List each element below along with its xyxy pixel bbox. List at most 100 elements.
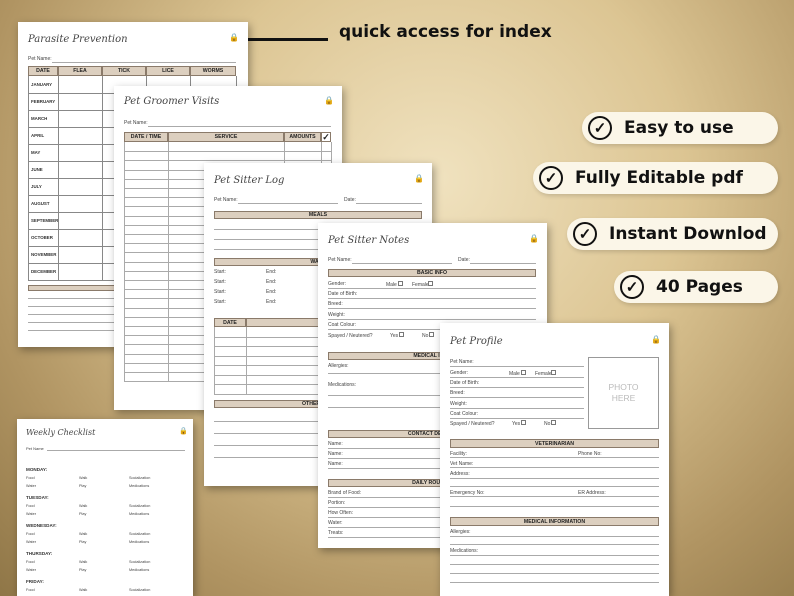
male-checkbox[interactable]: [521, 370, 526, 375]
medications-label: Medications: [129, 484, 150, 488]
line: [450, 387, 584, 388]
line: [450, 377, 584, 378]
walk-label: Walk: [79, 504, 88, 508]
food-label: Food: [26, 588, 35, 592]
end-label: End:: [266, 289, 277, 295]
water-label: Water:: [328, 520, 343, 526]
female-checkbox[interactable]: [551, 370, 556, 375]
start-label: Start:: [214, 279, 226, 285]
weight-label: Weight:: [328, 312, 345, 318]
food-label: Food: [26, 476, 35, 480]
allergies-label: Allergies:: [450, 529, 471, 535]
lock-icon: 🔒: [179, 428, 188, 435]
spayed-label: Spayed / Neutered?: [450, 421, 495, 427]
female-checkbox[interactable]: [428, 281, 433, 286]
pet-name-label: Pet Name:: [328, 257, 352, 263]
line: [450, 555, 659, 556]
line: [328, 308, 536, 309]
veterinarian-header: VETERINARIAN: [450, 439, 659, 448]
lock-icon: 🔒: [414, 174, 424, 183]
col-line: [214, 327, 215, 394]
page-title: Parasite Prevention: [28, 34, 128, 45]
coat-label: Coat Colour:: [328, 322, 357, 328]
lock-icon: 🔒: [529, 234, 539, 243]
medications-label: Medications: [129, 512, 150, 516]
weight-label: Weight:: [450, 401, 467, 407]
line: [450, 467, 659, 468]
lock-icon: 🔒: [651, 335, 661, 344]
brand-label: Brand of Food:: [328, 490, 362, 496]
yes-label: Yes: [512, 421, 521, 427]
basic-info-header: BASIC INFO: [328, 269, 536, 277]
no-label: No: [544, 421, 551, 427]
dob-label: Date of Birth:: [450, 380, 480, 386]
no-checkbox[interactable]: [551, 420, 556, 425]
check-column-header: ✓: [321, 131, 331, 142]
page-title: Weekly Checklist: [26, 428, 96, 437]
page-title: Pet Profile: [450, 336, 503, 347]
walk-label: Walk: [79, 588, 88, 592]
water-label: Water: [26, 512, 36, 516]
col-header: DATE: [214, 318, 246, 327]
socialization-label: Socialization: [129, 476, 151, 480]
line: [450, 366, 584, 367]
address-label: Address:: [450, 471, 470, 477]
callout-text: quick access for index: [339, 22, 552, 42]
photo-placeholder[interactable]: PHOTO HERE: [588, 357, 659, 429]
line: [450, 506, 659, 507]
spayed-label: Spayed / Neutered?: [328, 333, 373, 339]
col-header: FLEA: [58, 66, 102, 76]
socialization-label: Socialization: [129, 588, 151, 592]
no-label: No: [422, 333, 429, 339]
line: [450, 418, 584, 419]
socialization-label: Socialization: [129, 504, 151, 508]
medications-label: Medications: [129, 540, 150, 544]
weekly-checklist-page: Weekly Checklist 🔒 Pet Name MONDAY: Food W…: [17, 419, 193, 596]
month-label: SEPTEMBER: [31, 218, 59, 223]
treats-label: Treats:: [328, 530, 344, 536]
socialization-label: Socialization: [129, 532, 151, 536]
day-label: THURSDAY:: [26, 551, 53, 556]
month-label: AUGUST: [31, 201, 50, 206]
feature-label: Fully Editable pdf: [575, 168, 743, 188]
allergies-label: Allergies:: [328, 363, 349, 369]
month-label: JULY: [31, 184, 42, 189]
pet-name-label: Pet Name:: [214, 197, 238, 203]
yes-checkbox[interactable]: [399, 332, 404, 337]
play-label: Play: [79, 484, 87, 488]
start-label: Start:: [214, 299, 226, 305]
end-label: End:: [266, 269, 277, 275]
yes-label: Yes: [390, 333, 399, 339]
pet-name-line: [238, 203, 338, 204]
line: [450, 573, 659, 574]
food-label: Food: [26, 532, 35, 536]
play-label: Play: [79, 540, 87, 544]
date-label: Date:: [344, 197, 356, 203]
line: [450, 564, 659, 565]
month-label: MARCH: [31, 116, 48, 121]
name-label: Name:: [328, 451, 343, 457]
feature-pill-pages: ✓ 40 Pages: [614, 271, 778, 303]
month-label: JUNE: [31, 167, 43, 172]
male-checkbox[interactable]: [398, 281, 403, 286]
col-header: DATE: [28, 66, 58, 76]
pet-name-line: [52, 62, 236, 63]
socialization-label: Socialization: [129, 560, 151, 564]
col-line: [58, 76, 59, 280]
page-title: Pet Groomer Visits: [124, 96, 220, 107]
no-checkbox[interactable]: [429, 332, 434, 337]
col-line: [124, 142, 125, 382]
feature-pill-easy: ✓ Easy to use: [582, 112, 778, 144]
col-header: DATE / TIME: [124, 132, 168, 142]
medications-label: Medications:: [450, 548, 479, 554]
feature-label: Instant Downlod: [609, 224, 767, 244]
col-header: AMOUNTS: [284, 132, 321, 142]
start-label: Start:: [214, 269, 226, 275]
month-label: NOVEMBER: [31, 252, 57, 257]
how-often-label: How Often:: [328, 510, 354, 516]
name-label: Name:: [328, 441, 343, 447]
yes-checkbox[interactable]: [521, 420, 526, 425]
portion-label: Portion:: [328, 500, 346, 506]
medications-label: Medications:: [328, 382, 357, 388]
pet-name-label: Pet Name:: [124, 120, 148, 126]
